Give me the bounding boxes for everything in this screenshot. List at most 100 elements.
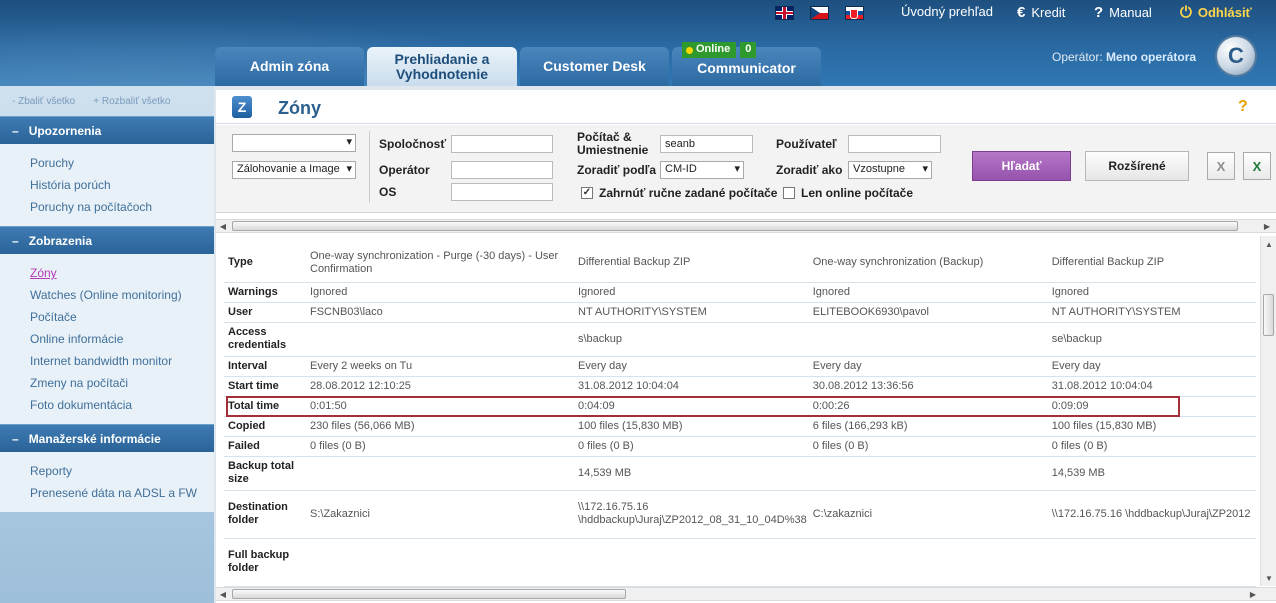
online-only-checkbox[interactable]: Len online počítače [783, 186, 913, 200]
os-label: OS [379, 185, 397, 199]
computer-input[interactable]: seanb [660, 135, 753, 153]
table-row: Access credentials s\backup se\backup [224, 322, 1256, 357]
app-logo-icon[interactable]: C [1217, 37, 1255, 75]
row-value: 0 files (0 B) [306, 436, 570, 457]
sidebar-section-management[interactable]: – Manažerské informácie [0, 424, 214, 452]
sidebar-item-computer-failures[interactable]: Poruchy na počítačoch [30, 196, 214, 218]
row-value: 0:09:09 [1049, 396, 1256, 417]
table-row: Start time 28.08.2012 12:10:25 31.08.2012 … [224, 376, 1256, 397]
sidebar-item-bandwidth-monitor[interactable]: Internet bandwidth monitor [30, 350, 214, 372]
sidebar-item-failure-history[interactable]: História porúch [30, 174, 214, 196]
manual-link[interactable]: ? Manual [1094, 4, 1152, 21]
sidebar-item-reports[interactable]: Reporty [30, 460, 214, 482]
logout-link[interactable]: ⏻ Odhlásiť [1180, 4, 1252, 21]
table-body: Type One-way synchronization - Purge (-30… [224, 244, 1256, 587]
section-title: Upozornenia [28, 123, 102, 138]
scroll-right-icon[interactable]: ▶ [1246, 588, 1260, 600]
company-input[interactable] [451, 135, 553, 153]
row-value: se\backup [1049, 322, 1256, 357]
row-value: 0:01:50 [306, 396, 570, 417]
row-value [1049, 538, 1256, 587]
horizontal-scrollbar-bottom[interactable]: ◀ ▶ [216, 587, 1276, 601]
sidebar-item-watches[interactable]: Watches (Online monitoring) [30, 284, 214, 306]
scrollbar-thumb[interactable] [232, 221, 1238, 231]
row-value: C:\zakaznici [810, 490, 1050, 539]
sidebar-item-failures[interactable]: Poruchy [30, 152, 214, 174]
question-icon: ? [1094, 4, 1104, 21]
sidebar-item-transferred-data[interactable]: Prenesené dáta na ADSL a FW [30, 482, 214, 504]
row-key: Total time [224, 396, 306, 417]
tab-label: Admin zóna [249, 58, 330, 74]
export-excel-icon[interactable]: X [1243, 152, 1271, 180]
os-input[interactable] [451, 183, 553, 201]
row-key: Copied [224, 416, 306, 437]
scroll-right-icon[interactable]: ▶ [1260, 220, 1274, 232]
row-value: 100 files (15,830 MB) [570, 416, 811, 437]
sort-by-select[interactable]: CM-ID [660, 161, 744, 179]
user-input[interactable] [848, 135, 941, 153]
row-key: Backup total size [224, 456, 306, 491]
search-button[interactable]: Hľadať [972, 151, 1071, 181]
sidebar-section-management-items: Reporty Prenesené dáta na ADSL a FW [0, 452, 214, 512]
slovak-flag-icon[interactable] [845, 6, 864, 20]
horizontal-scrollbar-top[interactable]: ◀ ▶ [216, 219, 1276, 233]
collapse-all-link[interactable]: - Zbaliť všetko [12, 96, 75, 107]
row-value: 14,539 MB [1049, 456, 1256, 491]
tree-controls: - Zbaliť všetko + Rozbaliť všetko [0, 86, 214, 116]
vertical-scrollbar-thumb[interactable] [1263, 294, 1274, 336]
manual-link-label: Manual [1109, 5, 1152, 20]
credit-link[interactable]: € Kredit [1017, 4, 1065, 21]
expand-all-link[interactable]: + Rozbaliť všetko [93, 96, 170, 107]
section-title: Zobrazenia [28, 233, 93, 248]
row-key: Start time [224, 376, 306, 397]
scroll-down-icon[interactable]: ▼ [1263, 572, 1275, 584]
row-value: Ignored [810, 282, 1050, 303]
logout-link-label: Odhlásiť [1197, 5, 1252, 20]
row-value [810, 456, 1050, 491]
vertical-scrollbar[interactable]: ▲ ▼ [1260, 236, 1276, 586]
advanced-button[interactable]: Rozšírené [1085, 151, 1189, 181]
page-title: Zóny [278, 98, 321, 118]
logo-letter: C [1228, 43, 1244, 68]
filter-select-1[interactable] [232, 134, 356, 152]
operator-info: Operátor: Meno operátora [1052, 50, 1196, 64]
sort-as-select[interactable]: Vzostupne [848, 161, 932, 179]
table-row: Interval Every 2 weeks on Tu Every day Ever… [224, 356, 1256, 377]
overview-link[interactable]: Úvodný prehľad [901, 4, 993, 19]
sidebar-item-computers[interactable]: Počítače [30, 306, 214, 328]
row-value [570, 538, 811, 587]
table-row: User FSCNB03\laco NT AUTHORITY\SYSTEM ELITE… [224, 302, 1256, 323]
english-flag-icon[interactable] [775, 6, 794, 20]
expand-all-label: Rozbaliť všetko [101, 95, 171, 107]
scroll-left-icon[interactable]: ◀ [216, 220, 230, 232]
tab-admin-zone[interactable]: Admin zóna [215, 47, 364, 86]
sidebar-section-alerts[interactable]: – Upozornenia [0, 116, 214, 144]
user-label: Používateľ [776, 137, 837, 151]
row-value: \\172.16.75.16 \hddbackup\Juraj\ZP2012_0… [570, 490, 811, 539]
sidebar-item-computer-changes[interactable]: Zmeny na počítači [30, 372, 214, 394]
table-row: Failed 0 files (0 B) 0 files (0 B) 0 files … [224, 436, 1256, 457]
tab-customer-desk[interactable]: Customer Desk [520, 47, 669, 86]
include-manual-checkbox[interactable]: ✓ Zahrnúť ručne zadané počítače [581, 186, 777, 200]
export-excel-disabled-icon[interactable]: X [1207, 152, 1235, 180]
sidebar-item-zones[interactable]: Zóny [30, 262, 214, 284]
scroll-up-icon[interactable]: ▲ [1263, 238, 1275, 250]
row-key: Type [224, 244, 306, 283]
operator-input[interactable] [451, 161, 553, 179]
row-value: One-way synchronization - Purge (-30 day… [306, 244, 570, 283]
sidebar-section-views[interactable]: – Zobrazenia [0, 226, 214, 254]
tab-browse-evaluate[interactable]: Prehliadanie a Vyhodnotenie [367, 47, 517, 86]
scroll-left-icon[interactable]: ◀ [216, 588, 230, 600]
zone-details-table: Type One-way synchronization - Purge (-30… [224, 244, 1256, 587]
row-value: 28.08.2012 12:10:25 [306, 376, 570, 397]
scrollbar-thumb[interactable] [232, 589, 626, 599]
filter-select-backup-type[interactable]: Zálohovanie a Image [232, 161, 356, 179]
credit-link-label: Kredit [1031, 5, 1066, 20]
online-status-badge: Online 0 [682, 42, 757, 58]
zones-icon: Z [232, 96, 252, 118]
row-key: Interval [224, 356, 306, 377]
help-icon[interactable]: ? [1238, 98, 1248, 116]
sidebar-item-online-info[interactable]: Online informácie [30, 328, 214, 350]
czech-flag-icon[interactable] [810, 6, 829, 20]
sidebar-item-photo-docs[interactable]: Foto dokumentácia [30, 394, 214, 416]
